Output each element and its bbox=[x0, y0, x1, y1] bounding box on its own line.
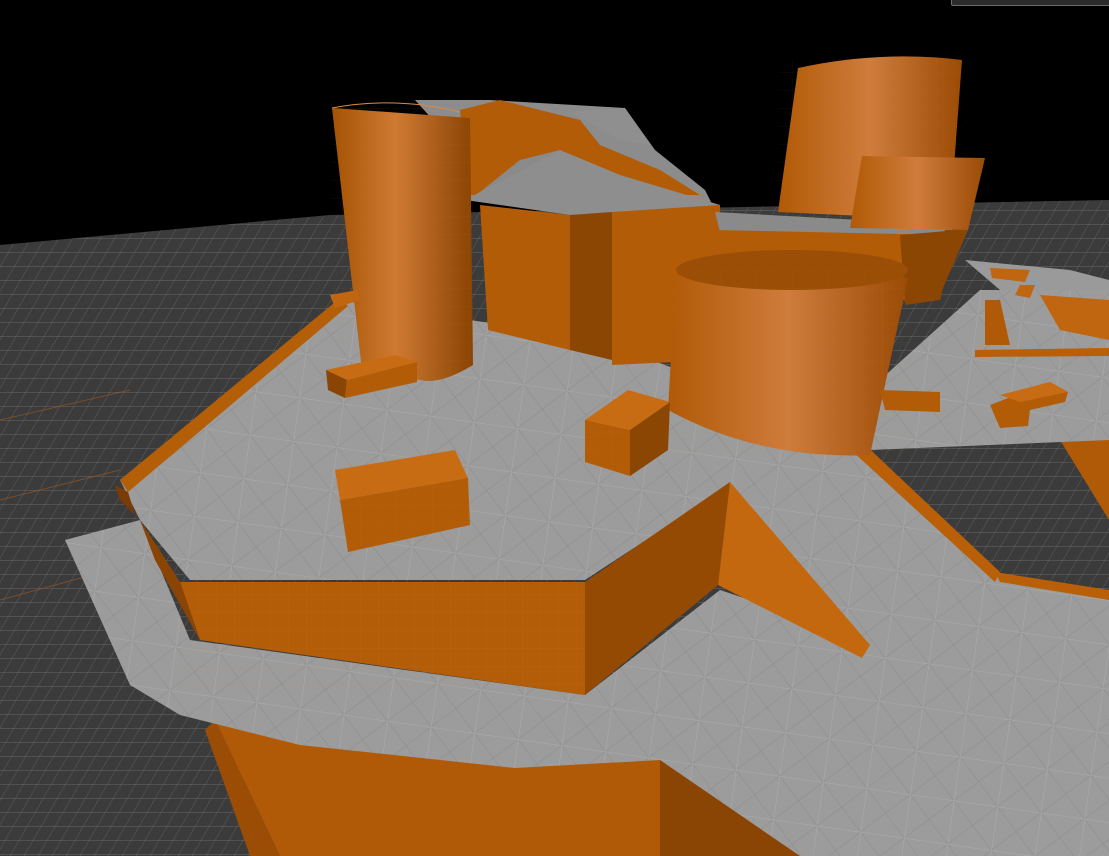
scene-render bbox=[0, 56, 1109, 856]
cylinder-tall-left bbox=[331, 102, 473, 381]
central-building-side bbox=[570, 210, 612, 360]
central-building-front bbox=[480, 205, 570, 350]
viewport-options-widget[interactable] bbox=[951, 0, 1109, 6]
cylinder-front-large bbox=[668, 250, 908, 460]
3d-viewport[interactable] bbox=[0, 0, 1109, 856]
